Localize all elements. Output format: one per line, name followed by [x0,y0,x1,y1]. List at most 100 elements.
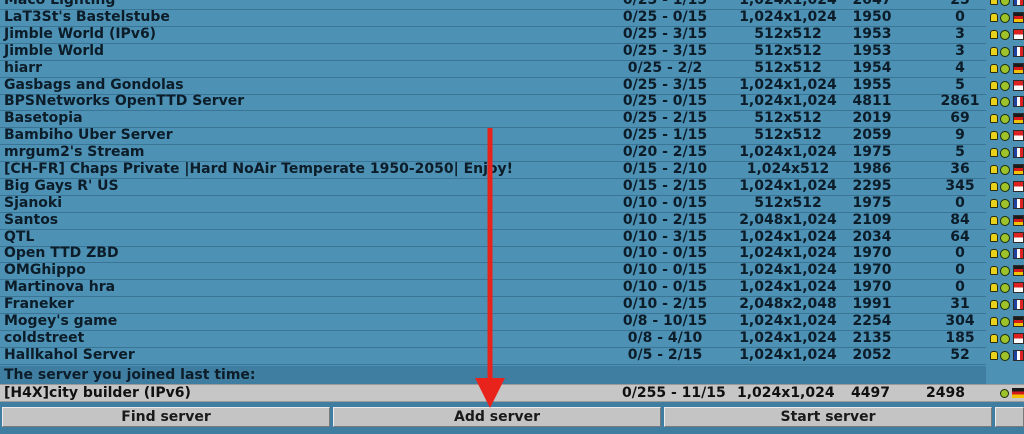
server-row[interactable]: Big Gays R' US 0/15 - 2/15 1,024x1,024 2295… [0,178,986,196]
server-year: 2052 [852,347,892,363]
server-year: 1970 [852,279,892,295]
server-icons [986,279,1024,296]
flag-icon [1013,96,1024,107]
server-row[interactable]: Bambiho Uber Server 0/25 - 1/15 512x512 205… [0,127,986,145]
button-bar: Find server Add server Start server [0,407,1024,428]
server-name: Big Gays R' US [4,178,119,194]
server-row[interactable]: OMGhippo 0/10 - 0/15 1,024x1,024 1970 0 [0,262,986,280]
server-clients: 0/25 - 0/15 [622,93,708,109]
flag-icon [1013,63,1024,74]
server-map-size: 1,024x1,024 [739,178,837,194]
server-row[interactable]: Sjanoki 0/10 - 0/15 512x512 1975 0 [0,195,986,213]
lock-icon [990,216,998,225]
server-year: 2135 [852,330,892,346]
find-server-button[interactable]: Find server [2,407,330,427]
server-icons [986,262,1024,279]
server-map-size: 1,024x1,024 [739,77,837,93]
status-dot-icon [1000,182,1010,192]
server-icons [986,245,1024,262]
server-year: 2047 [852,0,892,8]
server-year: 2254 [852,313,892,329]
lock-icon [990,199,998,208]
lock-icon [990,300,998,309]
server-row[interactable]: Franeker 0/10 - 2/15 2,048x2,048 1991 31 [0,296,986,314]
server-days: 52 [950,347,970,363]
server-icons [986,77,1024,94]
server-clients: 0/10 - 0/15 [622,195,708,211]
lock-icon [990,266,998,275]
server-year: 1953 [852,26,892,42]
server-days: 2861 [940,93,980,109]
server-days: 0 [955,279,965,295]
server-map-size: 512x512 [754,195,822,211]
server-row[interactable]: LaT3St's Bastelstube 0/25 - 0/15 1,024x1,0… [0,9,986,27]
status-dot-icon [1000,0,1010,6]
server-row[interactable]: Jimble World (IPv6) 0/25 - 3/15 512x512 195… [0,26,986,44]
server-row[interactable]: Jimble World 0/25 - 3/15 512x512 1953 3 [0,43,986,61]
server-map-size: 1,024x1,024 [739,330,837,346]
server-name: LaT3St's Bastelstube [4,9,170,25]
server-days: 185 [945,330,975,346]
last-joined-server-row[interactable]: [H4X]city builder (IPv6) 0/255 - 11/15 1… [0,384,1024,402]
server-days: 0 [955,262,965,278]
server-name: Bambiho Uber Server [4,127,173,143]
status-dot-icon [1000,47,1010,57]
more-button[interactable] [995,407,1024,427]
flag-icon [1013,46,1024,57]
server-row[interactable]: mrgum2's Stream 0/20 - 2/15 1,024x1,024 197… [0,144,986,162]
server-row[interactable]: [CH-FR] Chaps Private |Hard NoAir Temper… [0,161,986,179]
server-clients: 0/25 - 2/15 [622,110,708,126]
server-row[interactable]: Santos 0/10 - 2/15 2,048x1,024 2109 84 [0,212,986,230]
server-row[interactable]: coldstreet 0/8 - 4/10 1,024x1,024 2135 185 [0,330,986,348]
flag-icon [1013,333,1024,344]
server-icons [986,60,1024,77]
server-map-size: 512x512 [754,110,822,126]
server-days: 64 [950,229,970,245]
server-icon-column [986,0,1024,398]
add-server-button[interactable]: Add server [333,407,661,427]
status-dot-icon [1000,317,1010,327]
server-map-size: 2,048x2,048 [739,296,837,312]
server-year: 1953 [852,43,892,59]
server-row[interactable]: BPSNetworks OpenTTD Server 0/25 - 0/15 1,0… [0,93,986,111]
server-row[interactable]: Open TTD ZBD 0/10 - 0/15 1,024x1,024 1970 0 [0,245,986,263]
server-days: 0 [955,245,965,261]
server-year: 4811 [852,93,892,109]
status-dot-icon [1000,300,1010,310]
server-row[interactable]: Basetopia 0/25 - 2/15 512x512 2019 69 [0,110,986,128]
server-clients: 0/25 - 2/2 [627,60,703,76]
server-icons [986,313,1024,330]
lock-icon [990,165,998,174]
server-row[interactable]: Hallkahol Server 0/5 - 2/15 1,024x1,024 205… [0,347,986,365]
server-name: hiarr [4,60,43,76]
flag-icon [1013,282,1024,293]
server-year: 2019 [852,110,892,126]
server-row[interactable]: Martinova hra 0/10 - 0/15 1,024x1,024 1970 0 [0,279,986,297]
server-row[interactable]: hiarr 0/25 - 2/2 512x512 1954 4 [0,60,986,78]
server-map-size: 1,024x1,024 [739,93,837,109]
status-dot-icon [1000,334,1010,344]
flag-icon [1013,147,1024,158]
server-icons [986,161,1024,178]
server-clients: 0/15 - 2/15 [622,178,708,194]
server-row[interactable]: Mogey's game 0/8 - 10/15 1,024x1,024 2254 30… [0,313,986,331]
flag-icon [1013,113,1024,124]
server-year: 2059 [852,127,892,143]
server-name: OMGhippo [4,262,86,278]
status-dot-icon [1000,199,1010,209]
server-name: QTL [4,229,35,245]
server-year: 2034 [852,229,892,245]
server-map-size: 512x512 [754,26,822,42]
server-list[interactable]: Maco Lighting 0/25 - 1/15 1,024x1,024 2047 2… [0,0,986,366]
flag-icon [1013,299,1024,310]
server-clients: 0/20 - 2/15 [622,144,708,160]
server-name: Santos [4,212,59,228]
server-icons [986,144,1024,161]
server-clients: 0/10 - 2/15 [622,296,708,312]
status-dot-icon [1000,216,1010,226]
server-map-size: 1,024x512 [746,161,830,177]
status-dot-icon [1000,97,1010,107]
server-name: Franeker [4,296,74,312]
start-server-button[interactable]: Start server [664,407,992,427]
flag-icon [1013,232,1024,243]
